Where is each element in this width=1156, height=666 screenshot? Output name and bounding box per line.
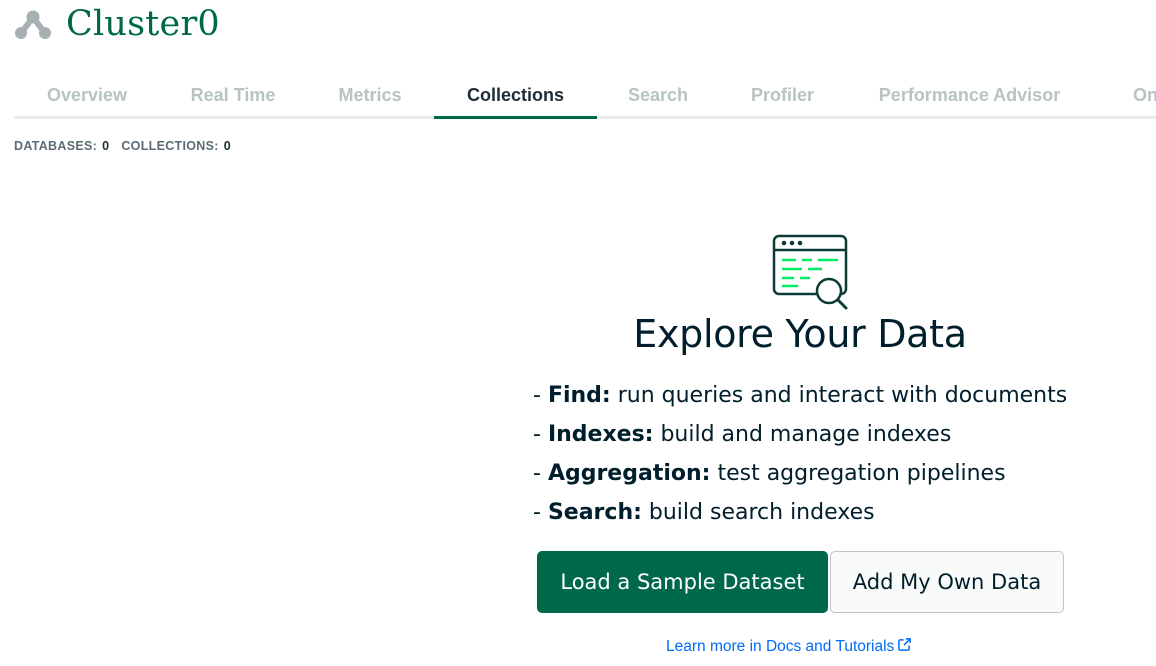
- databases-count: 0: [102, 139, 110, 153]
- collections-stat: COLLECTIONS: 0: [121, 139, 231, 153]
- feature-bullet: -: [533, 383, 548, 408]
- tab-profiler[interactable]: Profiler: [719, 74, 846, 116]
- tab-online-archive[interactable]: Onl: [1093, 74, 1156, 116]
- feature-bullet: -: [533, 500, 548, 525]
- add-my-own-data-button[interactable]: Add My Own Data: [830, 551, 1064, 613]
- collections-count: 0: [223, 139, 231, 153]
- feature-find: - Find: run queries and interact with do…: [533, 378, 1093, 417]
- cluster-title: Cluster0: [66, 3, 220, 44]
- feature-indexes: - Indexes: build and manage indexes: [533, 417, 1093, 456]
- feature-description: build and manage indexes: [653, 422, 952, 447]
- feature-term: Find:: [547, 383, 611, 408]
- docs-tutorials-link-label: Learn more in Docs and Tutorials: [666, 638, 895, 655]
- feature-bullet: -: [533, 422, 548, 447]
- feature-term: Aggregation:: [547, 461, 711, 486]
- tab-performance-advisor[interactable]: Performance Advisor: [846, 74, 1093, 116]
- tab-collections[interactable]: Collections: [434, 74, 597, 119]
- feature-description: build search indexes: [641, 500, 875, 525]
- database-stats: DATABASES: 0 COLLECTIONS: 0: [14, 139, 231, 153]
- feature-bullet: -: [533, 461, 548, 486]
- feature-term: Search:: [547, 500, 642, 525]
- external-link-icon: [897, 637, 912, 657]
- cluster-tabs: Overview Real Time Metrics Collections S…: [14, 74, 1156, 119]
- cluster-header: Cluster0: [14, 2, 220, 46]
- feature-description: run queries and interact with documents: [610, 383, 1068, 408]
- feature-search: - Search: build search indexes: [533, 495, 1093, 534]
- feature-aggregation: - Aggregation: test aggregation pipeline…: [533, 456, 1093, 495]
- empty-state-title: Explore Your Data: [633, 312, 967, 356]
- feature-term: Indexes:: [547, 422, 654, 447]
- tab-overview[interactable]: Overview: [14, 74, 160, 116]
- feature-list: - Find: run queries and interact with do…: [533, 378, 1093, 534]
- tab-metrics[interactable]: Metrics: [306, 74, 434, 116]
- docs-tutorials-link[interactable]: Learn more in Docs and Tutorials: [666, 637, 912, 657]
- tab-real-time[interactable]: Real Time: [160, 74, 306, 116]
- collections-page: Cluster0 Overview Real Time Metrics Coll…: [0, 0, 1156, 666]
- collections-label: COLLECTIONS:: [121, 139, 219, 153]
- tab-search[interactable]: Search: [597, 74, 719, 116]
- load-sample-dataset-button[interactable]: Load a Sample Dataset: [537, 551, 828, 613]
- databases-stat: DATABASES: 0: [14, 139, 109, 153]
- browser-search-icon: [772, 234, 852, 314]
- databases-label: DATABASES:: [14, 139, 98, 153]
- feature-description: test aggregation pipelines: [710, 461, 1006, 486]
- cluster-nodes-icon: [14, 6, 54, 42]
